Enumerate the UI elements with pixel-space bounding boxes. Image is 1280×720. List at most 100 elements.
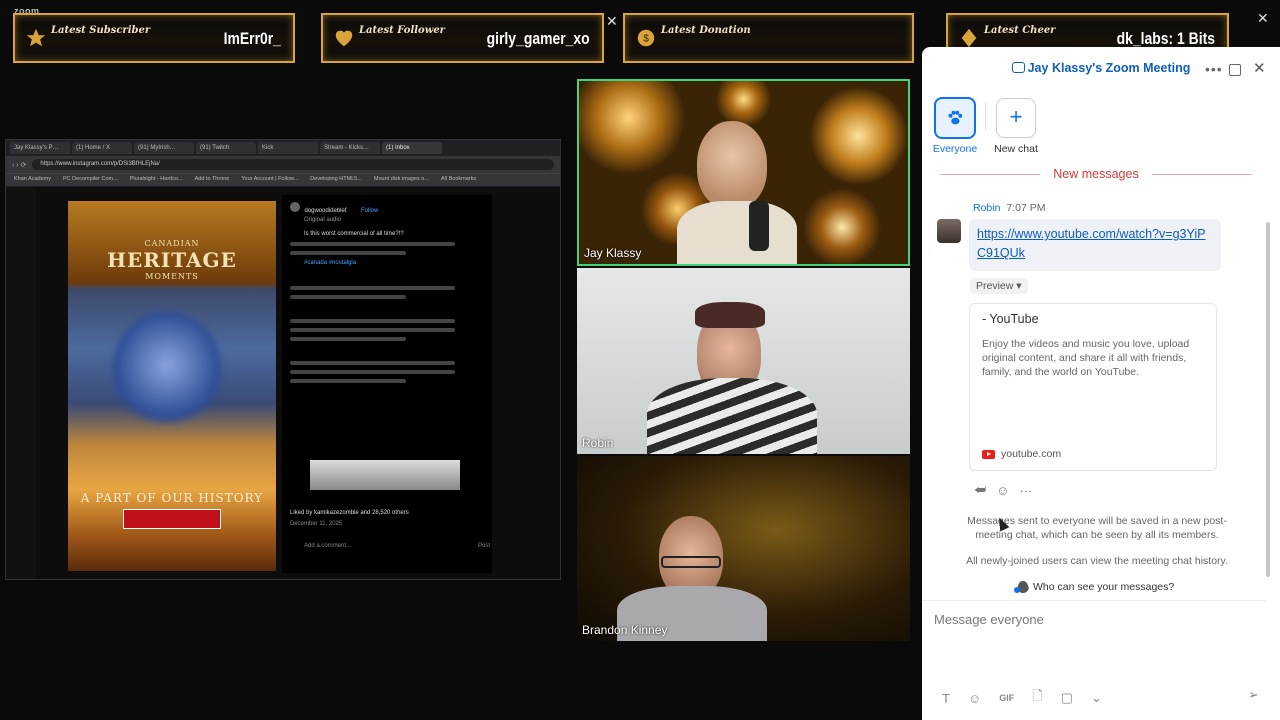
zoom-meeting-window: zoom ✕ ✕ Latest Subscriber ImErr0r_ Late… xyxy=(0,0,1280,720)
message-link[interactable]: https://www.youtube.com/watch?v=g3YiPC91… xyxy=(977,227,1205,260)
video-tile-robin[interactable]: Robin xyxy=(577,268,910,454)
message-actions: ⮨ ☺ ··· xyxy=(974,482,1032,498)
shared-screen: Jay Klassy's P… (1) Home / X (91) MyIris… xyxy=(5,139,561,580)
instagram-page: CANADIAN HERITAGE MOMENTS A PART OF OUR … xyxy=(6,187,560,579)
people-icon xyxy=(1014,581,1029,593)
canada-flag-icon xyxy=(123,509,221,529)
bookmark[interactable]: All Bookmarks xyxy=(441,176,476,184)
star-icon xyxy=(26,28,46,47)
paw-icon xyxy=(948,110,963,125)
divider xyxy=(985,103,986,131)
everyone-label: Everyone xyxy=(932,143,978,155)
bookmark[interactable]: Pluralsight - Hardco... xyxy=(130,176,183,184)
composer-divider xyxy=(922,600,1266,601)
bookmark[interactable]: Khan Academy xyxy=(14,176,51,184)
close-chat-icon[interactable]: ✕ xyxy=(1253,59,1266,77)
message-input[interactable] xyxy=(934,609,1254,629)
browser-tabs: Jay Klassy's P… (1) Home / X (91) MyIris… xyxy=(6,140,560,156)
participant-name: Brandon Kinney xyxy=(582,623,668,637)
comment-line xyxy=(290,328,455,332)
diamond-icon xyxy=(961,28,977,48)
bookmark[interactable]: Your Account | Follow... xyxy=(241,176,298,184)
who-can-see-button[interactable]: Who can see your messages? xyxy=(1014,581,1174,593)
preview-toggle[interactable]: Preview ▾ xyxy=(970,278,1028,294)
new-chat-label: New chat xyxy=(994,143,1038,155)
chat-bubble-icon xyxy=(1011,62,1025,73)
video-heritage-title: CANADIAN HERITAGE MOMENTS xyxy=(107,239,237,281)
browser-tab[interactable]: (1) Home / X xyxy=(72,142,132,154)
screenshot-icon[interactable]: ▢ xyxy=(1061,690,1073,706)
sender-name[interactable]: Robin xyxy=(973,202,1000,214)
post-hashtags[interactable]: #canada #nostalgia xyxy=(290,260,484,266)
message-bubble: https://www.youtube.com/watch?v=g3YiPC91… xyxy=(969,219,1221,271)
message-header: Robin 7:07 PM xyxy=(973,202,1045,214)
browser-tab[interactable]: Stream - Kicks… xyxy=(320,142,380,154)
latest-donation-banner: $ Latest Donation xyxy=(623,13,914,63)
post-caption: Is this worst commercial of all time?!? xyxy=(304,231,404,237)
browser-tab[interactable]: (91) Twitch xyxy=(196,142,256,154)
browser-tab[interactable]: Jay Klassy's P… xyxy=(10,142,70,154)
instagram-sidebar xyxy=(6,187,36,579)
preview-description: Enjoy the videos and music you love, upl… xyxy=(982,338,1190,378)
url-field[interactable]: https://www.instagram.com/p/DSi3BfHLEjNa… xyxy=(32,159,554,170)
reply-icon[interactable]: ⮨ xyxy=(974,482,986,498)
link-preview-card[interactable]: - YouTube Enjoy the videos and music you… xyxy=(969,303,1217,471)
bookmark[interactable]: Mount disk images o... xyxy=(374,176,429,184)
avatar xyxy=(290,202,300,212)
new-chat-button[interactable]: + xyxy=(996,98,1036,138)
banner-value: dk_labs: 1 Bits xyxy=(1116,29,1215,48)
send-icon[interactable]: ➢ xyxy=(1248,687,1259,703)
avatar[interactable] xyxy=(937,219,961,243)
close-window-icon[interactable]: ✕ xyxy=(1257,10,1269,27)
banner-tag: Latest Cheer xyxy=(984,25,1056,36)
browser-tab-active[interactable]: (1) Inbox xyxy=(382,142,442,154)
participant-body xyxy=(677,201,797,264)
banner-value: girly_gamer_xo xyxy=(486,29,590,48)
popout-icon[interactable] xyxy=(1229,64,1241,76)
close-share-icon[interactable]: ✕ xyxy=(606,13,618,30)
comment-line xyxy=(290,370,455,374)
latest-subscriber-banner: Latest Subscriber ImErr0r_ xyxy=(13,13,295,63)
instagram-video[interactable]: CANADIAN HERITAGE MOMENTS A PART OF OUR … xyxy=(68,201,276,571)
participant-body xyxy=(647,378,817,454)
chevron-down-icon[interactable]: ⌄ xyxy=(1091,690,1102,706)
post-audio: Original audio xyxy=(304,217,342,223)
message-time: 7:07 PM xyxy=(1006,202,1046,214)
more-actions-icon[interactable]: ··· xyxy=(1019,483,1032,498)
more-options-icon[interactable]: ••• xyxy=(1205,61,1223,77)
comment-line xyxy=(290,361,455,365)
video-tile-brandon-kinney[interactable]: Brandon Kinney xyxy=(577,456,910,641)
post-author[interactable]: dogwoodideblef xyxy=(304,208,346,214)
instagram-comments: dogwoodideblef • Follow Original audio I… xyxy=(282,195,492,573)
bookmark[interactable]: PC Decompiler Com... xyxy=(63,176,118,184)
participant-name: Jay Klassy xyxy=(584,246,642,260)
chat-panel: Jay Klassy's Zoom Meeting ••• ✕ Everyone… xyxy=(922,47,1280,720)
add-comment-input[interactable]: Add a comment... xyxy=(304,543,351,549)
follow-link[interactable]: Follow xyxy=(361,208,378,214)
emoji-icon[interactable]: ☺ xyxy=(968,691,981,706)
bookmark[interactable]: Developing HTML5... xyxy=(310,176,362,184)
banner-value: ImErr0r_ xyxy=(223,29,281,48)
comment-image xyxy=(310,460,460,490)
video-tile-jay-klassy[interactable]: Jay Klassy xyxy=(577,79,910,266)
gif-icon[interactable]: GIF xyxy=(999,693,1014,703)
youtube-icon xyxy=(982,449,995,459)
new-messages-divider: New messages xyxy=(940,165,1252,185)
comment-line xyxy=(290,337,407,341)
browser-tab[interactable]: (91) MyIrish… xyxy=(134,142,194,154)
bookmark[interactable]: Add to Throne xyxy=(195,176,230,184)
browser-tab[interactable]: Kick xyxy=(258,142,318,154)
participant-head xyxy=(697,121,767,209)
video-face xyxy=(112,311,222,431)
coin-icon: $ xyxy=(637,29,655,47)
heart-icon xyxy=(335,30,353,47)
nav-arrows-icon[interactable]: ‹ › ⟳ xyxy=(12,161,26,169)
banner-tag: Latest Follower xyxy=(359,25,445,36)
add-reaction-icon[interactable]: ☺ xyxy=(996,483,1009,498)
bookmarks-bar: Khan Academy PC Decompiler Com... Plural… xyxy=(6,173,560,186)
chat-scrollbar[interactable] xyxy=(1266,222,1270,577)
post-comment-button[interactable]: Post xyxy=(478,543,490,549)
format-text-icon[interactable]: T xyxy=(942,691,950,706)
file-icon[interactable]: 🗋 xyxy=(1032,687,1042,709)
everyone-button[interactable] xyxy=(934,97,976,139)
